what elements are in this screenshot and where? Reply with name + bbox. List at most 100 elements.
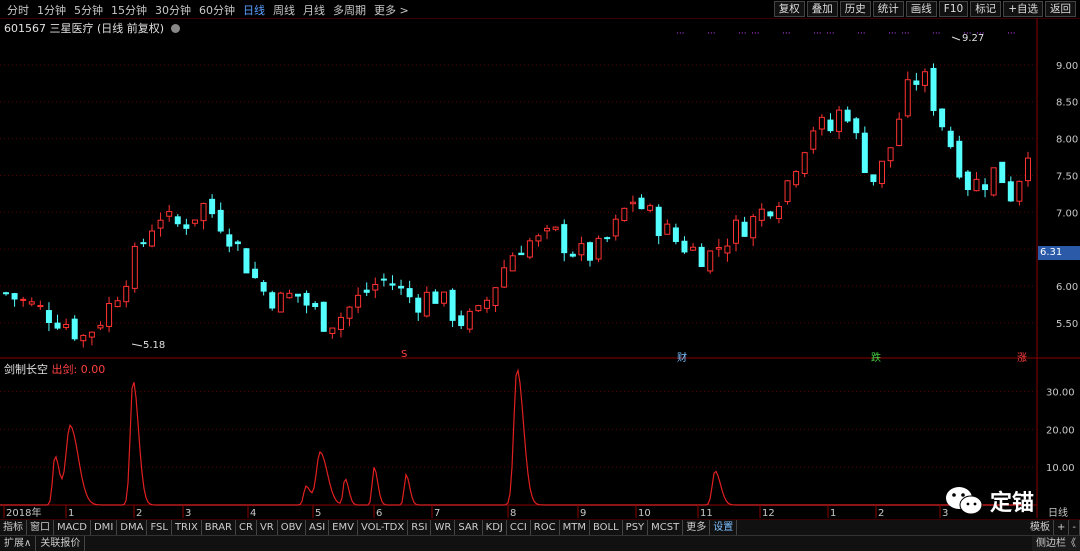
- kline-chart[interactable]: 9.008.508.007.507.006.506.005.50········…: [0, 0, 1080, 550]
- price-tick-6: 6.00: [1056, 282, 1078, 293]
- candle-body-112: [964, 171, 971, 191]
- indicator-tab-18[interactable]: CCI: [507, 520, 531, 535]
- status-bar: 扩展∧ 关联报价 侧边栏《: [0, 535, 1080, 551]
- indicator-tab-3[interactable]: DMI: [91, 520, 118, 535]
- indicator-tab-21[interactable]: BOLL: [590, 520, 623, 535]
- indicator-tab-4[interactable]: DMA: [117, 520, 148, 535]
- candle-body-66: [569, 253, 576, 257]
- indicator-tab-23[interactable]: MCST: [648, 520, 684, 535]
- signal-marker-5: ···: [813, 29, 822, 39]
- candle-body-31: [269, 292, 276, 309]
- candle-body-119: [1025, 157, 1031, 182]
- indicator-tab-0[interactable]: 指标: [0, 520, 27, 535]
- indicator-tab-10[interactable]: OBV: [278, 520, 306, 535]
- candle-body-100: [861, 132, 868, 173]
- candle-body-88: [758, 208, 765, 221]
- candle-body-108: [930, 67, 937, 111]
- indicator-value: 出剑: 0.00: [51, 363, 106, 376]
- indicator-tab-22[interactable]: PSY: [623, 520, 649, 535]
- signal-marker-0: ···: [676, 29, 685, 39]
- indicator-tab-12[interactable]: EMV: [329, 520, 358, 535]
- sidebar-toggle-button[interactable]: 侧边栏《: [1032, 536, 1080, 551]
- candle-body-117: [1007, 181, 1014, 202]
- event-marker-s[interactable]: S: [401, 349, 407, 360]
- candle-body-40: [346, 306, 353, 319]
- template-control-0[interactable]: 模板: [1027, 520, 1054, 535]
- status-item-0[interactable]: 扩展∧: [0, 536, 37, 551]
- indicator-tab-15[interactable]: WR: [431, 520, 456, 535]
- indicator-tab-9[interactable]: VR: [257, 520, 278, 535]
- indicator-tab-8[interactable]: CR: [236, 520, 257, 535]
- candle-body-80: [690, 246, 697, 251]
- signal-marker-9: ···: [901, 29, 910, 39]
- indicator-tab-25[interactable]: 设置: [710, 520, 738, 535]
- status-item-1[interactable]: 关联报价: [36, 536, 86, 551]
- candle-body-118: [1016, 180, 1023, 202]
- candle-body-115: [990, 167, 997, 196]
- indicator-tab-11[interactable]: ASI: [306, 520, 330, 535]
- indicator-tab-20[interactable]: MTM: [560, 520, 590, 535]
- candle-body-9: [80, 334, 87, 342]
- indicator-tab-13[interactable]: VOL-TDX: [358, 520, 409, 535]
- candle-body-16: [140, 242, 147, 245]
- candle-body-67: [578, 243, 585, 256]
- price-tick-2: 8.00: [1056, 135, 1078, 146]
- price-tick-7: 5.50: [1056, 319, 1078, 330]
- candle-body-58: [501, 267, 508, 288]
- indicator-tab-16[interactable]: SAR: [455, 520, 483, 535]
- candle-body-3: [28, 301, 35, 305]
- price-tick-0: 9.00: [1056, 61, 1078, 72]
- time-tick-4: 4: [250, 508, 256, 519]
- candle-body-105: [904, 79, 911, 117]
- indicator-tab-6[interactable]: TRIX: [172, 520, 202, 535]
- candle-body-23: [200, 202, 207, 222]
- indicator-name: 剑制长空: [4, 363, 48, 376]
- candle-body-26: [226, 234, 233, 247]
- template-control-1[interactable]: +: [1054, 520, 1070, 535]
- indicator-tab-5[interactable]: FSL: [147, 520, 172, 535]
- candle-body-48: [415, 297, 422, 313]
- candle-body-90: [775, 205, 782, 220]
- candle-body-65: [561, 224, 568, 254]
- high-price-label: 9.27: [962, 33, 985, 44]
- time-tick-13: 1: [830, 508, 836, 519]
- indicator-tab-14[interactable]: RSI: [408, 520, 432, 535]
- candle-body-75: [647, 205, 654, 211]
- signal-marker-6: ···: [826, 29, 835, 39]
- indicator-tab-24[interactable]: 更多: [683, 520, 711, 535]
- candle-body-49: [423, 291, 430, 317]
- low-price-label: 5.18: [143, 340, 166, 351]
- candle-body-8: [71, 318, 78, 340]
- template-controls: 模板 + -: [1027, 520, 1080, 535]
- candle-body-30: [260, 282, 267, 292]
- candle-body-52: [449, 289, 456, 321]
- event-marker-drop[interactable]: 跌: [871, 349, 881, 364]
- indicator-tab-1[interactable]: 窗口: [27, 520, 54, 535]
- candle-body-85: [733, 219, 739, 244]
- candle-body-27: [234, 241, 241, 245]
- candle-body-107: [921, 71, 928, 86]
- candle-body-101: [870, 174, 877, 182]
- event-marker-finance[interactable]: 财: [677, 349, 687, 364]
- candle-body-57: [492, 287, 499, 307]
- time-tick-7: 7: [434, 508, 440, 519]
- candle-body-92: [793, 171, 800, 186]
- candle-body-14: [123, 285, 130, 303]
- candle-body-6: [54, 322, 61, 329]
- candle-body-98: [844, 109, 851, 122]
- indicator-tab-2[interactable]: MACD: [54, 520, 91, 535]
- candle-body-25: [217, 209, 224, 232]
- indicator-tabs: 指标 窗口 MACD DMI DMA FSL TRIX BRAR CR VR OBV ASI EMV VO…: [0, 519, 1080, 535]
- signal-marker-10: ···: [932, 29, 941, 39]
- event-marker-rise[interactable]: 涨: [1017, 349, 1027, 364]
- time-tick-3: 3: [185, 508, 191, 519]
- candle-body-91: [784, 180, 791, 203]
- indicator-tab-19[interactable]: ROC: [531, 520, 560, 535]
- candle-body-110: [947, 130, 954, 148]
- candle-body-54: [466, 310, 473, 330]
- signal-marker-2: ···: [738, 29, 747, 39]
- indicator-tab-7[interactable]: BRAR: [202, 520, 236, 535]
- template-control-2[interactable]: -: [1069, 520, 1080, 535]
- indicator-tab-17[interactable]: KDJ: [483, 520, 507, 535]
- price-tick-1: 8.50: [1056, 98, 1078, 109]
